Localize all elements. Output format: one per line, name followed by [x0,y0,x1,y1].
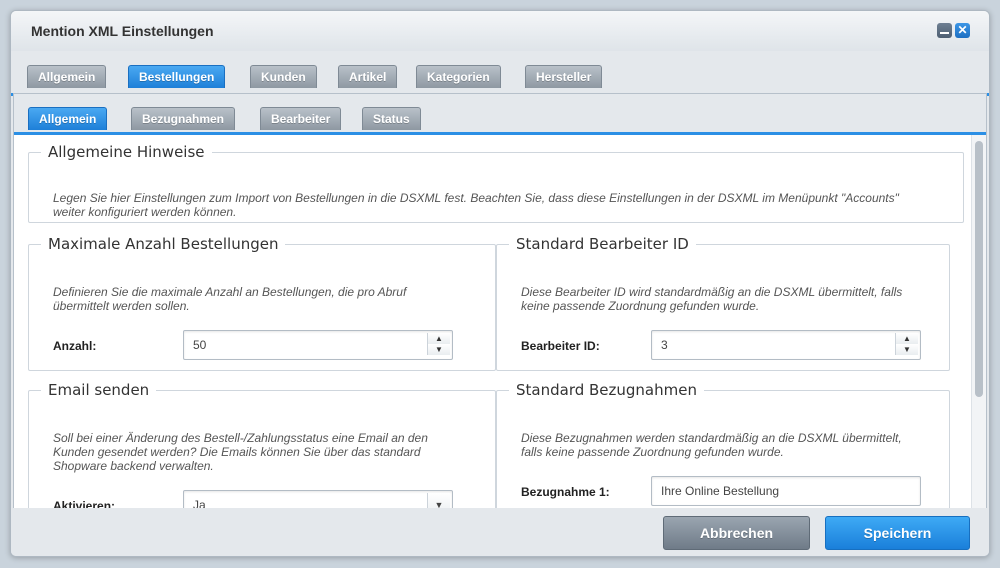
bearbeiter-id-label: Bearbeiter ID: [521,339,600,353]
max-orders-legend: Maximale Anzahl Bestellungen [48,235,279,253]
default-editor-text: Diese Bearbeiter ID wird standardmäßig a… [521,285,903,313]
orders-panel: Allgemein Bezugnahmen Bearbeiter Status … [13,93,987,509]
subtab-bezugnahmen[interactable]: Bezugnahmen [131,107,236,130]
main-tabbar: Allgemein Bestellungen Kunden Artikel Ka… [11,51,989,96]
aktivieren-value: Ja [193,498,206,508]
aktivieren-label: Aktivieren: [53,499,116,508]
bearbeiter-id-stepper[interactable]: 3 ▲ ▼ [651,330,921,360]
window-titlebar[interactable]: Mention XML Einstellungen ✕ [11,11,989,52]
subtab-allgemein[interactable]: Allgemein [28,107,108,130]
anzahl-label: Anzahl: [53,339,97,353]
send-email-legend: Email senden [48,381,150,399]
tab-artikel[interactable]: Artikel [338,65,398,88]
settings-window: Mention XML Einstellungen ✕ Allgemein Be… [10,10,990,557]
tab-bestellungen[interactable]: Bestellungen [128,65,226,88]
bearbeiter-id-value: 3 [661,338,668,352]
default-editor-legend: Standard Bearbeiter ID [516,235,689,253]
save-button[interactable]: Speichern [825,516,970,550]
send-email-fieldset: Email senden Soll bei einer Änderung des… [28,381,496,508]
tab-hersteller[interactable]: Hersteller [525,65,603,88]
default-references-fieldset: Standard Bezugnahmen Diese Bezugnahmen w… [496,381,950,508]
anzahl-spinner: ▲ ▼ [427,333,450,355]
tab-allgemein[interactable]: Allgemein [27,65,107,88]
bezugnahme-1-label: Bezugnahme 1: [521,485,610,499]
form-content: Allgemeine Hinweise Legen Sie hier Einst… [14,135,972,508]
default-editor-fieldset: Standard Bearbeiter ID Diese Bearbeiter … [496,235,950,371]
minimize-icon[interactable] [937,23,952,38]
general-hints-text: Legen Sie hier Einstellungen zum Import … [53,191,899,219]
aktivieren-select[interactable]: Ja ▼ [183,490,453,508]
max-orders-text: Definieren Sie die maximale Anzahl an Be… [53,285,407,313]
vertical-scrollbar[interactable] [971,135,986,508]
cancel-button[interactable]: Abbrechen [663,516,810,550]
chevron-down-icon[interactable]: ▼ [427,493,450,508]
general-hints-fieldset: Allgemeine Hinweise Legen Sie hier Einst… [28,143,964,223]
sub-tabbar: Allgemein Bezugnahmen Bearbeiter Status [14,94,986,135]
default-references-legend: Standard Bezugnahmen [516,381,697,399]
max-orders-fieldset: Maximale Anzahl Bestellungen Definieren … [28,235,496,371]
close-icon[interactable]: ✕ [955,23,970,38]
spin-down-icon[interactable]: ▼ [896,344,918,355]
general-hints-legend: Allgemeine Hinweise [48,143,205,161]
anzahl-value: 50 [193,338,207,352]
anzahl-stepper[interactable]: 50 ▲ ▼ [183,330,453,360]
tab-kategorien[interactable]: Kategorien [416,65,501,88]
bearbeiter-id-spinner: ▲ ▼ [895,333,918,355]
subtab-status[interactable]: Status [362,107,421,130]
send-email-text: Soll bei einer Änderung des Bestell-/Zah… [53,431,428,473]
tab-kunden[interactable]: Kunden [250,65,317,88]
bezugnahme-1-input[interactable]: Ihre Online Bestellung [651,476,921,506]
default-references-text: Diese Bezugnahmen werden standardmäßig a… [521,431,902,459]
bezugnahme-1-value: Ihre Online Bestellung [661,484,780,498]
spin-down-icon[interactable]: ▼ [428,344,450,355]
subtab-bearbeiter[interactable]: Bearbeiter [260,107,342,130]
window-title: Mention XML Einstellungen [31,23,214,39]
scrollbar-thumb[interactable] [975,141,983,397]
dialog-footer: Abbrechen Speichern [11,508,989,556]
